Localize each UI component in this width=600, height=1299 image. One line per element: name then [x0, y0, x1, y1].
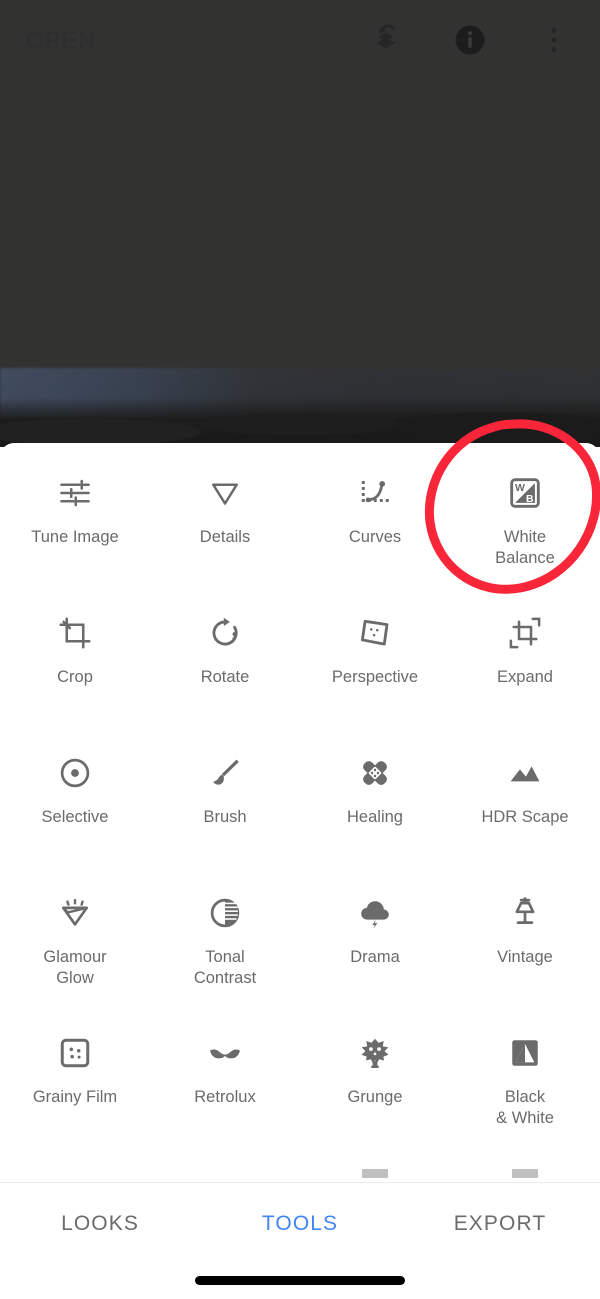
- tab-export[interactable]: EXPORT: [400, 1212, 600, 1236]
- tool-label: Grunge: [347, 1088, 403, 1106]
- peek-cell: [150, 1143, 300, 1183]
- tool-label: Black & White: [496, 1088, 554, 1127]
- tool-expand[interactable]: Expand: [450, 597, 600, 737]
- info-icon: [455, 25, 485, 55]
- overflow-menu-icon: [551, 27, 557, 53]
- tune-image-icon: [55, 473, 95, 513]
- tool-label: Drama: [350, 948, 400, 966]
- system-gesture-bar[interactable]: [195, 1276, 405, 1285]
- revert-button[interactable]: [366, 20, 406, 60]
- grainy-film-icon: [55, 1033, 95, 1073]
- tool-label: Tune Image: [31, 528, 119, 546]
- tool-label: Perspective: [331, 668, 419, 686]
- black-and-white-icon: [505, 1033, 545, 1073]
- tool-label: Glamour Glow: [43, 948, 107, 987]
- tools-scroll-area[interactable]: Tune Image Details Curves W B White Bala…: [0, 443, 600, 1183]
- tool-label: Crop: [57, 668, 93, 686]
- tonal-contrast-icon: [205, 893, 245, 933]
- tool-label: Retrolux: [194, 1088, 256, 1106]
- tool-drama[interactable]: Drama: [300, 877, 450, 1017]
- tool-black-and-white[interactable]: Black & White: [450, 1017, 600, 1157]
- open-button[interactable]: OPEN: [26, 27, 96, 54]
- expand-icon: [505, 613, 545, 653]
- rotate-icon: [205, 613, 245, 653]
- gallery-photo-editor-screen: OPEN Tune Image Details Curves W B White…: [0, 0, 600, 1299]
- overflow-menu-button[interactable]: [534, 20, 574, 60]
- tool-vintage[interactable]: Vintage: [450, 877, 600, 1017]
- grunge-icon: [355, 1033, 395, 1073]
- tool-tonal-contrast[interactable]: Tonal Contrast: [150, 877, 300, 1017]
- top-bar-actions: [366, 20, 574, 60]
- tool-healing[interactable]: Healing: [300, 737, 450, 877]
- crop-icon: [55, 613, 95, 653]
- tools-bottom-sheet: Tune Image Details Curves W B White Bala…: [0, 443, 600, 1299]
- brush-icon: [205, 753, 245, 793]
- selective-icon: [55, 753, 95, 793]
- tool-label: Expand: [497, 668, 553, 686]
- tool-label: Grainy Film: [32, 1088, 118, 1106]
- tab-looks[interactable]: LOOKS: [0, 1212, 200, 1236]
- svg-text:W: W: [515, 483, 525, 494]
- info-button[interactable]: [450, 20, 490, 60]
- peek-cell: [300, 1143, 450, 1183]
- tool-label: Details: [199, 528, 251, 546]
- tool-rotate[interactable]: Rotate: [150, 597, 300, 737]
- tool-label: White Balance: [495, 528, 555, 567]
- tool-hdr-scape[interactable]: HDR Scape: [450, 737, 600, 877]
- tool-white-balance[interactable]: W B White Balance: [450, 457, 600, 597]
- tool-selective[interactable]: Selective: [0, 737, 150, 877]
- tool-perspective[interactable]: Perspective: [300, 597, 450, 737]
- tool-label: Tonal Contrast: [193, 948, 257, 987]
- tool-brush[interactable]: Brush: [150, 737, 300, 877]
- retrolux-icon: [205, 1033, 245, 1073]
- tool-retrolux[interactable]: Retrolux: [150, 1017, 300, 1157]
- svg-text:B: B: [526, 494, 534, 505]
- drama-icon: [355, 893, 395, 933]
- tool-curves[interactable]: Curves: [300, 457, 450, 597]
- tool-crop[interactable]: Crop: [0, 597, 150, 737]
- tools-next-row-peek: [0, 1143, 600, 1183]
- bottom-navigation: LOOKS TOOLS EXPORT: [0, 1183, 600, 1265]
- peek-icon: [512, 1169, 538, 1178]
- tool-label: Vintage: [497, 948, 553, 966]
- tool-glamour-glow[interactable]: Glamour Glow: [0, 877, 150, 1017]
- tool-label: Healing: [347, 808, 403, 826]
- peek-cell: [0, 1143, 150, 1183]
- peek-icon: [362, 1169, 388, 1178]
- tool-label: Curves: [348, 528, 402, 546]
- healing-icon: [355, 753, 395, 793]
- tab-tools[interactable]: TOOLS: [200, 1212, 400, 1236]
- tools-grid: Tune Image Details Curves W B White Bala…: [0, 443, 600, 1157]
- tool-label: Brush: [203, 808, 247, 826]
- tool-grunge[interactable]: Grunge: [300, 1017, 450, 1157]
- revert-stacks-icon: [376, 24, 396, 49]
- tool-label: HDR Scape: [481, 808, 569, 826]
- tool-label: Rotate: [200, 668, 250, 686]
- hdr-scape-icon: [505, 753, 545, 793]
- details-icon: [205, 473, 245, 513]
- vintage-icon: [505, 893, 545, 933]
- peek-cell: [450, 1143, 600, 1183]
- tool-grainy-film[interactable]: Grainy Film: [0, 1017, 150, 1157]
- glamour-glow-icon: [55, 893, 95, 933]
- top-app-bar: OPEN: [0, 0, 600, 160]
- tool-details[interactable]: Details: [150, 457, 300, 597]
- tool-tune-image[interactable]: Tune Image: [0, 457, 150, 597]
- curves-icon: [355, 473, 395, 513]
- white-balance-icon: W B: [505, 473, 545, 513]
- tool-label: Selective: [41, 808, 109, 826]
- perspective-icon: [355, 613, 395, 653]
